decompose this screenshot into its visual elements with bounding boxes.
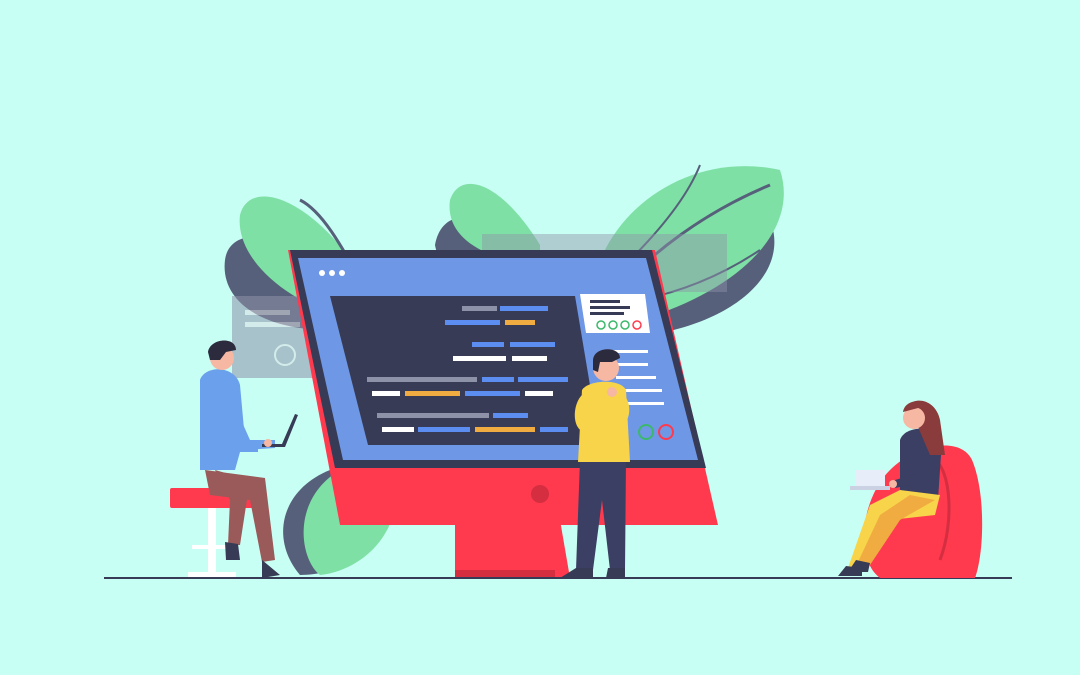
code-editor-panel bbox=[330, 296, 600, 445]
illustration-scene bbox=[0, 0, 1080, 675]
woman-on-beanbag-with-laptop bbox=[838, 400, 983, 578]
illustration-svg bbox=[104, 164, 1012, 579]
